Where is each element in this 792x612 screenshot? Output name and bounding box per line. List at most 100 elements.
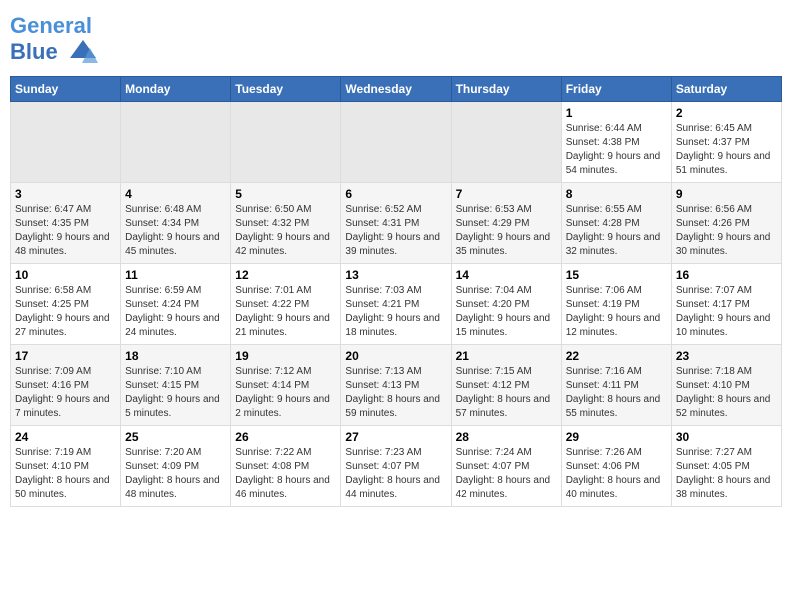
day-number: 25 bbox=[125, 430, 226, 444]
day-cell: 11 Sunrise: 6:59 AM Sunset: 4:24 PM Dayli… bbox=[121, 264, 231, 345]
day-info: Sunrise: 6:59 AM Sunset: 4:24 PM Dayligh… bbox=[125, 284, 226, 340]
day-number: 1 bbox=[566, 106, 667, 120]
day-cell bbox=[341, 102, 451, 183]
day-number: 6 bbox=[345, 187, 446, 201]
day-cell: 23 Sunrise: 7:18 AM Sunset: 4:10 PM Dayli… bbox=[671, 345, 781, 426]
week-row-1: 1 Sunrise: 6:44 AM Sunset: 4:38 PM Daylig… bbox=[11, 102, 782, 183]
day-cell: 21 Sunrise: 7:15 AM Sunset: 4:12 PM Dayli… bbox=[451, 345, 561, 426]
logo-general: General bbox=[10, 13, 92, 38]
day-cell: 25 Sunrise: 7:20 AM Sunset: 4:09 PM Dayli… bbox=[121, 426, 231, 507]
week-row-4: 17 Sunrise: 7:09 AM Sunset: 4:16 PM Dayli… bbox=[11, 345, 782, 426]
day-info: Sunrise: 7:24 AM Sunset: 4:07 PM Dayligh… bbox=[456, 446, 557, 502]
day-info: Sunrise: 7:22 AM Sunset: 4:08 PM Dayligh… bbox=[235, 446, 336, 502]
weekday-header-saturday: Saturday bbox=[671, 77, 781, 102]
day-number: 23 bbox=[676, 349, 777, 363]
day-info: Sunrise: 7:20 AM Sunset: 4:09 PM Dayligh… bbox=[125, 446, 226, 502]
day-info: Sunrise: 7:26 AM Sunset: 4:06 PM Dayligh… bbox=[566, 446, 667, 502]
day-number: 24 bbox=[15, 430, 116, 444]
header: General Blue bbox=[10, 10, 782, 68]
day-number: 3 bbox=[15, 187, 116, 201]
day-number: 13 bbox=[345, 268, 446, 282]
day-cell bbox=[11, 102, 121, 183]
day-number: 2 bbox=[676, 106, 777, 120]
day-cell: 13 Sunrise: 7:03 AM Sunset: 4:21 PM Dayli… bbox=[341, 264, 451, 345]
day-info: Sunrise: 7:01 AM Sunset: 4:22 PM Dayligh… bbox=[235, 284, 336, 340]
day-cell: 7 Sunrise: 6:53 AM Sunset: 4:29 PM Daylig… bbox=[451, 183, 561, 264]
day-cell: 6 Sunrise: 6:52 AM Sunset: 4:31 PM Daylig… bbox=[341, 183, 451, 264]
day-number: 20 bbox=[345, 349, 446, 363]
day-info: Sunrise: 6:53 AM Sunset: 4:29 PM Dayligh… bbox=[456, 203, 557, 259]
day-info: Sunrise: 6:56 AM Sunset: 4:26 PM Dayligh… bbox=[676, 203, 777, 259]
logo-blue: Blue bbox=[10, 39, 58, 64]
day-number: 16 bbox=[676, 268, 777, 282]
week-row-3: 10Sunrise: 6:58 AM Sunset: 4:25 PM Dayli… bbox=[11, 264, 782, 345]
day-info: Sunrise: 7:18 AM Sunset: 4:10 PM Dayligh… bbox=[676, 365, 777, 421]
day-info: Sunrise: 7:16 AM Sunset: 4:11 PM Dayligh… bbox=[566, 365, 667, 421]
calendar-body: 1 Sunrise: 6:44 AM Sunset: 4:38 PM Daylig… bbox=[11, 102, 782, 507]
day-cell: 28 Sunrise: 7:24 AM Sunset: 4:07 PM Dayli… bbox=[451, 426, 561, 507]
day-info: Sunrise: 7:27 AM Sunset: 4:05 PM Dayligh… bbox=[676, 446, 777, 502]
day-cell: 15 Sunrise: 7:06 AM Sunset: 4:19 PM Dayli… bbox=[561, 264, 671, 345]
day-number: 22 bbox=[566, 349, 667, 363]
day-cell: 16 Sunrise: 7:07 AM Sunset: 4:17 PM Dayli… bbox=[671, 264, 781, 345]
day-cell: 2 Sunrise: 6:45 AM Sunset: 4:37 PM Daylig… bbox=[671, 102, 781, 183]
day-cell bbox=[231, 102, 341, 183]
day-cell: 27 Sunrise: 7:23 AM Sunset: 4:07 PM Dayli… bbox=[341, 426, 451, 507]
day-info: Sunrise: 6:48 AM Sunset: 4:34 PM Dayligh… bbox=[125, 203, 226, 259]
week-row-2: 3 Sunrise: 6:47 AM Sunset: 4:35 PM Daylig… bbox=[11, 183, 782, 264]
day-number: 18 bbox=[125, 349, 226, 363]
calendar-header: SundayMondayTuesdayWednesdayThursdayFrid… bbox=[11, 77, 782, 102]
day-number: 8 bbox=[566, 187, 667, 201]
weekday-header-tuesday: Tuesday bbox=[231, 77, 341, 102]
logo-icon bbox=[68, 38, 98, 68]
weekday-header-monday: Monday bbox=[121, 77, 231, 102]
day-info: Sunrise: 7:09 AM Sunset: 4:16 PM Dayligh… bbox=[15, 365, 116, 421]
day-info: Sunrise: 7:15 AM Sunset: 4:12 PM Dayligh… bbox=[456, 365, 557, 421]
day-cell: 18 Sunrise: 7:10 AM Sunset: 4:15 PM Dayli… bbox=[121, 345, 231, 426]
day-cell: 22 Sunrise: 7:16 AM Sunset: 4:11 PM Dayli… bbox=[561, 345, 671, 426]
day-number: 15 bbox=[566, 268, 667, 282]
day-info: Sunrise: 6:52 AM Sunset: 4:31 PM Dayligh… bbox=[345, 203, 446, 259]
day-info: Sunrise: 7:03 AM Sunset: 4:21 PM Dayligh… bbox=[345, 284, 446, 340]
weekday-row: SundayMondayTuesdayWednesdayThursdayFrid… bbox=[11, 77, 782, 102]
day-cell: 17 Sunrise: 7:09 AM Sunset: 4:16 PM Dayli… bbox=[11, 345, 121, 426]
day-info: Sunrise: 7:06 AM Sunset: 4:19 PM Dayligh… bbox=[566, 284, 667, 340]
weekday-header-thursday: Thursday bbox=[451, 77, 561, 102]
day-info: Sunrise: 6:47 AM Sunset: 4:35 PM Dayligh… bbox=[15, 203, 116, 259]
day-cell bbox=[451, 102, 561, 183]
day-info: Sunrise: 6:45 AM Sunset: 4:37 PM Dayligh… bbox=[676, 122, 777, 178]
day-number: 19 bbox=[235, 349, 336, 363]
day-number: 30 bbox=[676, 430, 777, 444]
day-cell: 1 Sunrise: 6:44 AM Sunset: 4:38 PM Daylig… bbox=[561, 102, 671, 183]
day-number: 28 bbox=[456, 430, 557, 444]
day-info: Sunrise: 6:58 AM Sunset: 4:25 PM Dayligh… bbox=[15, 284, 116, 340]
day-cell: 4Sunrise: 6:48 AM Sunset: 4:34 PM Daylig… bbox=[121, 183, 231, 264]
day-number: 12 bbox=[235, 268, 336, 282]
day-cell: 30 Sunrise: 7:27 AM Sunset: 4:05 PM Dayli… bbox=[671, 426, 781, 507]
logo: General Blue bbox=[10, 14, 98, 68]
day-cell: 3 Sunrise: 6:47 AM Sunset: 4:35 PM Daylig… bbox=[11, 183, 121, 264]
day-cell: 10Sunrise: 6:58 AM Sunset: 4:25 PM Dayli… bbox=[11, 264, 121, 345]
day-info: Sunrise: 7:10 AM Sunset: 4:15 PM Dayligh… bbox=[125, 365, 226, 421]
weekday-header-friday: Friday bbox=[561, 77, 671, 102]
day-number: 27 bbox=[345, 430, 446, 444]
day-cell: 5Sunrise: 6:50 AM Sunset: 4:32 PM Daylig… bbox=[231, 183, 341, 264]
day-number: 14 bbox=[456, 268, 557, 282]
day-info: Sunrise: 7:07 AM Sunset: 4:17 PM Dayligh… bbox=[676, 284, 777, 340]
day-info: Sunrise: 7:23 AM Sunset: 4:07 PM Dayligh… bbox=[345, 446, 446, 502]
day-info: Sunrise: 6:50 AM Sunset: 4:32 PM Dayligh… bbox=[235, 203, 336, 259]
day-info: Sunrise: 7:13 AM Sunset: 4:13 PM Dayligh… bbox=[345, 365, 446, 421]
day-cell bbox=[121, 102, 231, 183]
day-number: 17 bbox=[15, 349, 116, 363]
day-info: Sunrise: 6:55 AM Sunset: 4:28 PM Dayligh… bbox=[566, 203, 667, 259]
day-info: Sunrise: 7:04 AM Sunset: 4:20 PM Dayligh… bbox=[456, 284, 557, 340]
day-number: 7 bbox=[456, 187, 557, 201]
day-cell: 29Sunrise: 7:26 AM Sunset: 4:06 PM Dayli… bbox=[561, 426, 671, 507]
day-info: Sunrise: 6:44 AM Sunset: 4:38 PM Dayligh… bbox=[566, 122, 667, 178]
day-number: 9 bbox=[676, 187, 777, 201]
day-number: 11 bbox=[125, 268, 226, 282]
weekday-header-wednesday: Wednesday bbox=[341, 77, 451, 102]
day-number: 21 bbox=[456, 349, 557, 363]
calendar-table: SundayMondayTuesdayWednesdayThursdayFrid… bbox=[10, 76, 782, 507]
day-info: Sunrise: 7:12 AM Sunset: 4:14 PM Dayligh… bbox=[235, 365, 336, 421]
